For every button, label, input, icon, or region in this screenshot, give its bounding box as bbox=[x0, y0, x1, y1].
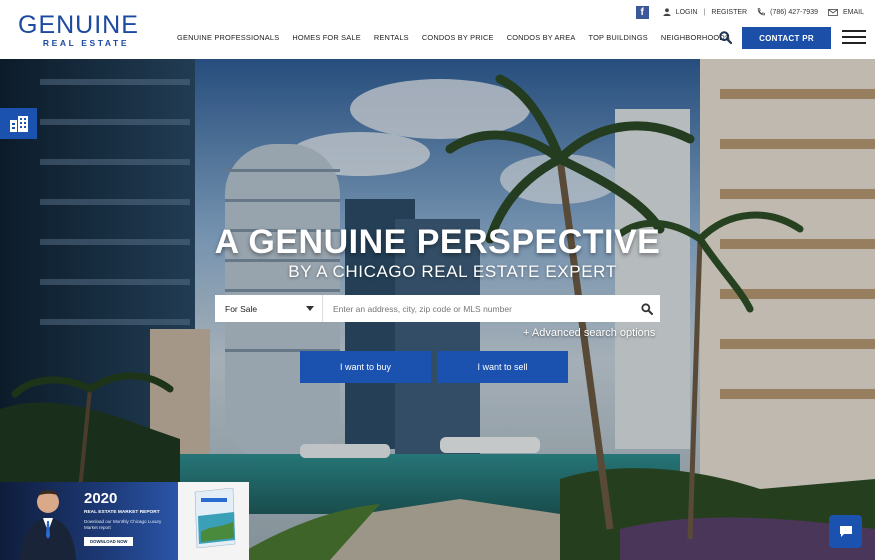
chat-button[interactable] bbox=[829, 515, 862, 548]
site-header: GENUINE REAL ESTATE f LOGIN | REGISTER (… bbox=[0, 0, 875, 59]
nav-genuine-professionals[interactable]: GENUINE PROFESSIONALS bbox=[177, 33, 279, 42]
main-nav: GENUINE PROFESSIONALS HOMES FOR SALE REN… bbox=[177, 33, 743, 42]
nav-top-buildings[interactable]: TOP BUILDINGS bbox=[588, 33, 647, 42]
search-submit-button[interactable] bbox=[634, 295, 660, 322]
download-now-button[interactable]: DOWNLOAD NOW bbox=[84, 537, 134, 546]
chevron-down-icon bbox=[306, 306, 314, 311]
login-register: LOGIN | REGISTER bbox=[663, 8, 747, 16]
listing-type-select[interactable]: For Sale bbox=[215, 295, 323, 322]
phone-icon bbox=[757, 8, 765, 16]
property-search-bar: For Sale bbox=[215, 295, 660, 322]
hero-headline: A GENUINE PERSPECTIVE bbox=[214, 223, 661, 261]
phone-number: (786) 427-7939 bbox=[770, 8, 818, 16]
email-item[interactable]: EMAIL bbox=[828, 9, 864, 16]
top-utility-bar: f LOGIN | REGISTER (786) 427-7939 EMAIL bbox=[635, 4, 864, 20]
user-icon bbox=[663, 8, 671, 16]
nav-condos-by-price[interactable]: CONDOS BY PRICE bbox=[422, 33, 494, 42]
login-register-separator: | bbox=[703, 8, 706, 16]
logo[interactable]: GENUINE REAL ESTATE bbox=[18, 12, 150, 48]
contact-button[interactable]: CONTACT PR bbox=[742, 27, 831, 49]
mail-icon bbox=[828, 8, 838, 16]
facebook-icon[interactable]: f bbox=[635, 5, 649, 19]
market-report-banner[interactable]: 2020 REAL ESTATE MARKET REPORT Download … bbox=[0, 482, 249, 560]
listing-type-value: For Sale bbox=[225, 303, 258, 314]
register-link[interactable]: REGISTER bbox=[711, 9, 747, 16]
email-link: EMAIL bbox=[842, 8, 864, 16]
search-input[interactable] bbox=[323, 295, 634, 322]
buildings-icon bbox=[9, 116, 28, 132]
phone-item[interactable]: (786) 427-7939 bbox=[757, 8, 818, 16]
search-icon[interactable] bbox=[719, 31, 732, 44]
nav-condos-by-area[interactable]: CONDOS BY AREA bbox=[507, 33, 576, 42]
promo-title: REAL ESTATE MARKET REPORT bbox=[84, 510, 160, 515]
chat-icon bbox=[839, 526, 852, 537]
nav-rentals[interactable]: RENTALS bbox=[374, 33, 409, 42]
hamburger-menu-icon[interactable] bbox=[842, 30, 866, 45]
promo-year: 2020 bbox=[84, 490, 118, 507]
advanced-search-link[interactable]: + Advanced search options bbox=[523, 327, 655, 339]
logo-main-text: GENUINE bbox=[18, 11, 139, 39]
logo-sub-text: REAL ESTATE bbox=[42, 38, 130, 48]
report-cover-image bbox=[194, 488, 236, 548]
sell-button[interactable]: I want to sell bbox=[437, 351, 568, 383]
agent-photo bbox=[20, 490, 76, 560]
buy-button[interactable]: I want to buy bbox=[300, 351, 431, 383]
buildings-side-tab[interactable] bbox=[0, 108, 37, 139]
login-link[interactable]: LOGIN bbox=[676, 9, 698, 16]
hero-subline: BY A CHICAGO REAL ESTATE EXPERT bbox=[288, 262, 617, 281]
nav-homes-for-sale[interactable]: HOMES FOR SALE bbox=[292, 33, 361, 42]
promo-text: Download our Monthly Chicago Luxury Mark… bbox=[84, 519, 162, 530]
search-icon bbox=[641, 302, 653, 315]
